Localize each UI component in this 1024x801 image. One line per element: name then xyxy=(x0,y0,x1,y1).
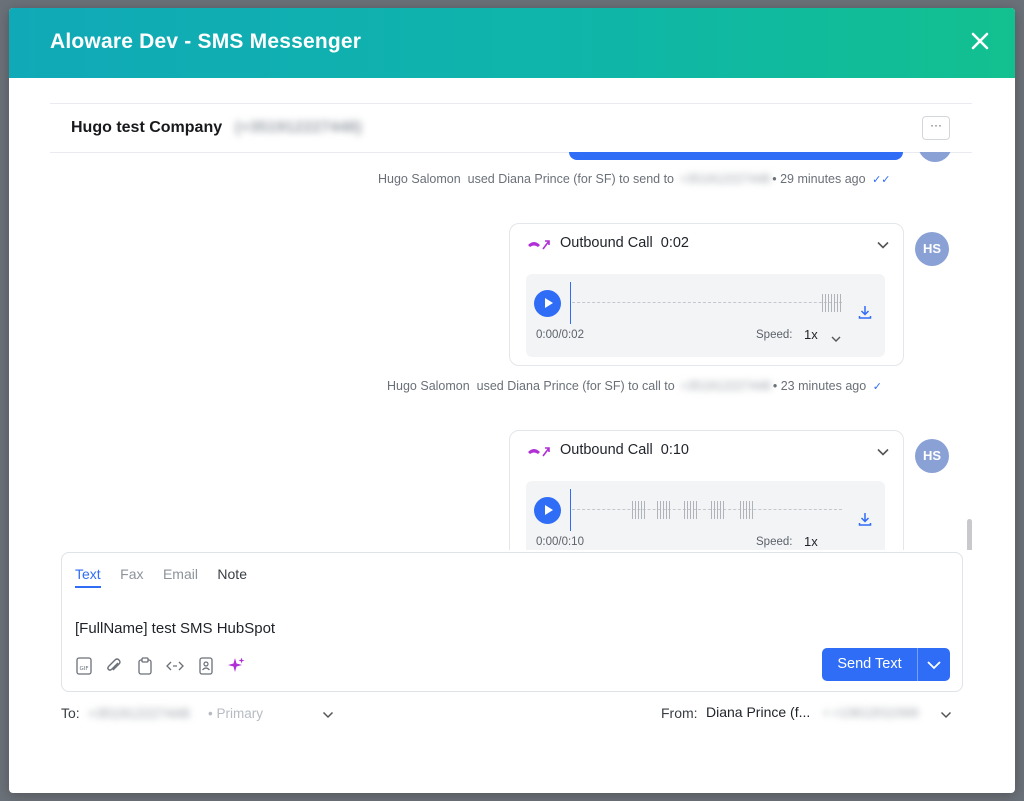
check-icon: ✓ xyxy=(872,381,882,393)
speed-label: Speed: xyxy=(756,329,793,341)
double-check-icon: ✓✓ xyxy=(872,174,891,186)
meta-action: used Diana Prince (for SF) to send to xyxy=(467,172,675,186)
contact-header: Hugo test Company (+351912227448) ··· xyxy=(50,103,972,153)
to-number[interactable]: +351912227448 xyxy=(88,705,190,721)
waveform[interactable] xyxy=(572,302,842,303)
waveform-bars xyxy=(657,501,672,519)
call-duration: 0:10 xyxy=(660,442,689,458)
call-title: Outbound Call 0:10 xyxy=(560,442,689,458)
call-type: Outbound Call xyxy=(560,442,653,458)
playhead xyxy=(570,489,571,531)
tab-email[interactable]: Email xyxy=(163,566,198,586)
svg-text:GIF: GIF xyxy=(79,666,88,672)
contact-card-icon[interactable] xyxy=(196,656,216,676)
call-type: Outbound Call xyxy=(560,235,653,251)
speed-select[interactable]: 1x xyxy=(804,534,818,549)
audio-player: 0:00/0:02 Speed: 1x xyxy=(526,274,885,357)
waveform-bars xyxy=(711,501,726,519)
meta-time: 29 minutes ago xyxy=(780,172,866,186)
to-label: To: xyxy=(61,705,80,721)
call-title: Outbound Call 0:02 xyxy=(560,235,689,251)
play-button[interactable] xyxy=(534,497,561,524)
waveform-bars xyxy=(740,501,755,519)
clipboard-icon[interactable] xyxy=(135,656,155,676)
outbound-call-icon xyxy=(526,236,552,252)
message-input[interactable]: [FullName] test SMS HubSpot xyxy=(75,620,275,637)
message-composer: Text Fax Email Note [FullName] test SMS … xyxy=(61,552,963,692)
waveform[interactable] xyxy=(572,509,842,510)
from-label: From: xyxy=(661,705,698,721)
from-name[interactable]: Diana Prince (f... xyxy=(706,704,810,720)
call-duration: 0:02 xyxy=(660,235,689,251)
to-type: • Primary xyxy=(208,706,263,721)
download-icon[interactable] xyxy=(857,511,873,527)
download-icon[interactable] xyxy=(857,304,873,320)
chevron-down-icon[interactable] xyxy=(831,331,841,342)
messenger-modal: Aloware Dev - SMS Messenger Hugo test Co… xyxy=(9,8,1015,793)
meta-action: used Diana Prince (for SF) to call to xyxy=(476,379,675,393)
tab-fax[interactable]: Fax xyxy=(120,566,143,586)
tab-note[interactable]: Note xyxy=(217,566,247,586)
speed-label: Speed: xyxy=(756,536,793,548)
call-card: Outbound Call 0:02 0:00/0:02 Speed: 1x xyxy=(509,223,904,366)
call-card: Outbound Call 0:10 0:00/0:10 Speed: 1x xyxy=(509,430,904,550)
contact-phone: (+351912227448) xyxy=(235,119,362,136)
more-options-button[interactable]: ··· xyxy=(922,116,950,140)
modal-title: Aloware Dev - SMS Messenger xyxy=(50,30,362,53)
message-feed[interactable]: HS Hugo Salomon used Diana Prince (for S… xyxy=(9,152,1015,550)
meta-number: +351912227448 xyxy=(680,379,771,393)
from-number: • +13612011569 xyxy=(824,705,919,720)
waveform-bars xyxy=(684,501,699,519)
waveform-bars xyxy=(632,501,647,519)
composer-tabs: Text Fax Email Note xyxy=(75,566,262,588)
chevron-down-icon[interactable] xyxy=(322,708,334,720)
send-text-button[interactable]: Send Text xyxy=(822,648,917,681)
recipient-row: To: +351912227448 • Primary From: Diana … xyxy=(61,702,961,726)
message-meta: Hugo Salomon used Diana Prince (for SF) … xyxy=(378,172,891,186)
chevron-down-icon[interactable] xyxy=(877,238,889,250)
send-button-group: Send Text xyxy=(822,648,950,681)
contact-name: Hugo test Company xyxy=(71,119,223,136)
tab-text[interactable]: Text xyxy=(75,566,101,588)
playhead xyxy=(570,282,571,324)
playback-time: 0:00/0:10 xyxy=(536,536,584,548)
playback-time: 0:00/0:02 xyxy=(536,329,584,341)
gif-icon[interactable]: GIF xyxy=(74,656,94,676)
modal-header: Aloware Dev - SMS Messenger xyxy=(9,8,1015,78)
attachment-icon[interactable] xyxy=(104,656,124,676)
chevron-down-icon[interactable] xyxy=(940,708,952,720)
close-icon[interactable] xyxy=(967,28,993,54)
send-options-button[interactable] xyxy=(918,648,950,681)
messenger-body: Hugo test Company (+351912227448) ··· HS… xyxy=(9,78,1015,793)
speed-select[interactable]: 1x xyxy=(804,327,818,342)
waveform-bars xyxy=(822,294,843,312)
meta-user: Hugo Salomon xyxy=(387,379,470,393)
meta-number: +351912227448 xyxy=(679,172,771,186)
feed-scrollbar[interactable] xyxy=(967,519,972,550)
call-meta: Hugo Salomon used Diana Prince (for SF) … xyxy=(387,379,882,393)
chevron-down-icon[interactable] xyxy=(877,445,889,457)
play-button[interactable] xyxy=(534,290,561,317)
meta-user: Hugo Salomon xyxy=(378,172,461,186)
audio-player: 0:00/0:10 Speed: 1x xyxy=(526,481,885,550)
meta-time: 23 minutes ago xyxy=(780,379,867,393)
code-icon[interactable] xyxy=(165,656,185,676)
sms-bubble xyxy=(569,152,903,160)
avatar: HS xyxy=(915,232,949,266)
avatar: HS xyxy=(918,152,952,162)
composer-toolbar: GIF xyxy=(74,656,252,676)
outbound-call-icon xyxy=(526,443,552,459)
sparkle-icon[interactable] xyxy=(226,656,246,676)
avatar: HS xyxy=(915,439,949,473)
